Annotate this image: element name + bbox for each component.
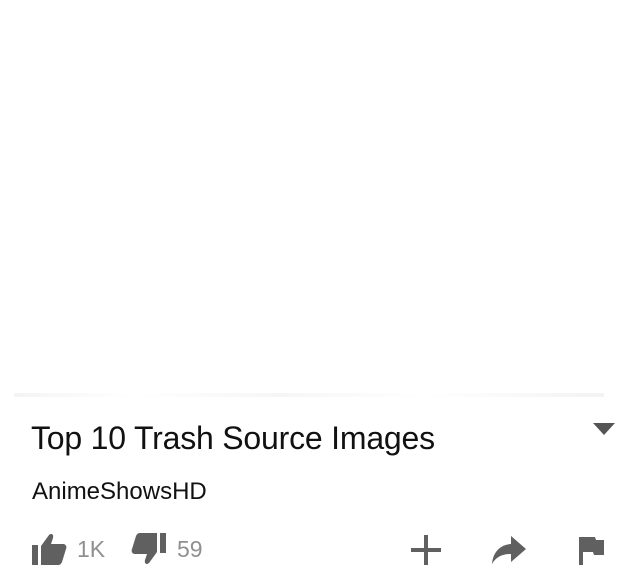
flag-icon	[579, 537, 604, 565]
expand-description-button[interactable]	[590, 421, 618, 437]
like-button[interactable]: 1K	[31, 533, 105, 565]
chevron-down-icon	[593, 423, 615, 435]
video-player-area[interactable]	[0, 0, 640, 398]
like-count: 1K	[77, 536, 106, 562]
share-button[interactable]	[491, 536, 527, 569]
thumbs-up-icon	[32, 534, 67, 565]
dislike-button[interactable]: 59	[131, 533, 203, 565]
channel-name[interactable]: AnimeShowsHD	[32, 476, 207, 508]
thumbs-down-icon	[131, 533, 166, 564]
report-button[interactable]	[577, 535, 605, 570]
share-arrow-icon	[492, 536, 526, 564]
add-to-playlist-button[interactable]	[410, 534, 442, 571]
video-bottom-edge	[14, 393, 604, 397]
action-bar: 1K 59	[0, 528, 640, 565]
plus-icon	[411, 535, 441, 565]
video-title: Top 10 Trash Source Images	[31, 420, 435, 456]
dislike-count: 59	[177, 536, 203, 562]
